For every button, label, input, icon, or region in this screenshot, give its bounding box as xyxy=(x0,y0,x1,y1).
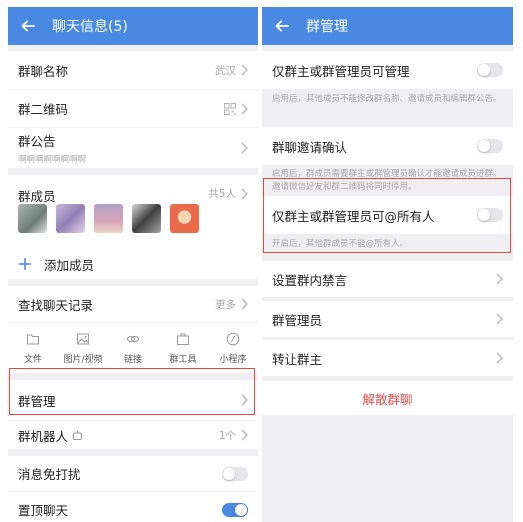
owner-admin-only-desc: 启用后，其他成员不能修改群名称、邀请成员和编辑群公告。 xyxy=(272,94,502,104)
chat-info-panel: 聊天信息(5) 群聊名称 武汉 群二维码 群公告 啊啊啊啊啊啊啊啊 群成员 共5… xyxy=(8,7,258,522)
group-robot-count: 1个 xyxy=(218,429,236,442)
add-member-button[interactable]: 添加成员 xyxy=(8,250,258,278)
filter-mini-programs[interactable]: 小程序 xyxy=(208,323,258,373)
filter-links[interactable]: 链接 xyxy=(108,323,158,373)
filter-media[interactable]: 图片/视频 xyxy=(58,323,108,373)
chat-history-label: 查找聊天记录 xyxy=(18,297,94,313)
chevron-right-icon xyxy=(241,64,248,76)
avatar[interactable] xyxy=(132,204,161,233)
group-name-value: 武汉 xyxy=(215,64,236,77)
member-avatars xyxy=(18,204,199,233)
history-filters: 文件 图片/视频 链接 群工具 小程序 xyxy=(8,323,258,373)
chevron-right-icon xyxy=(241,429,248,441)
group-robot-label: 群机器人 xyxy=(18,428,69,444)
admins-row[interactable]: 群管理员 xyxy=(262,301,513,337)
plus-icon xyxy=(19,258,31,270)
at-all-toggle[interactable] xyxy=(477,208,503,222)
invite-confirm-label: 群聊邀请确认 xyxy=(272,139,348,155)
group-manage-label: 群管理 xyxy=(18,393,56,409)
members-label: 群成员 xyxy=(18,189,56,204)
avatar[interactable] xyxy=(18,204,47,233)
chevron-right-icon xyxy=(241,142,248,154)
members-count-link[interactable]: 共5人 xyxy=(208,186,248,201)
mute-label: 消息免打扰 xyxy=(18,467,81,482)
filter-label: 群工具 xyxy=(169,355,197,365)
chevron-right-icon xyxy=(496,352,503,364)
robot-icon xyxy=(73,430,83,440)
transfer-owner-label: 转让群主 xyxy=(272,351,323,367)
add-member-label: 添加成员 xyxy=(44,257,95,273)
avatar[interactable] xyxy=(94,204,123,233)
invite-confirm-row: 群聊邀请确认 xyxy=(262,127,513,165)
link-icon xyxy=(127,335,139,343)
group-manage-panel: 群管理 仅群主或群管理员可管理 启用后，其他成员不能修改群名称、邀请成员和编辑群… xyxy=(262,7,513,522)
mute-toggle[interactable] xyxy=(222,466,248,481)
chevron-right-icon xyxy=(496,273,503,285)
chevron-right-icon xyxy=(241,298,248,310)
filter-files[interactable]: 文件 xyxy=(8,323,58,373)
filter-label: 小程序 xyxy=(219,355,247,365)
transfer-owner-row[interactable]: 转让群主 xyxy=(262,340,513,376)
avatar[interactable] xyxy=(170,204,199,233)
pin-label: 置顶聊天 xyxy=(18,503,69,518)
mini-program-icon xyxy=(226,332,240,346)
mute-row: 消息免打扰 xyxy=(8,456,258,491)
toolbox-icon xyxy=(177,333,189,345)
qr-code-row[interactable]: 群二维码 xyxy=(8,90,258,127)
chevron-right-icon xyxy=(241,188,248,199)
back-arrow-icon[interactable] xyxy=(272,16,292,36)
members-count: 共5人 xyxy=(208,188,236,200)
group-manage-row[interactable]: 群管理 xyxy=(8,380,258,420)
chat-info-header: 聊天信息(5) xyxy=(8,7,258,45)
folder-icon xyxy=(27,334,39,345)
filter-label: 文件 xyxy=(23,355,42,365)
admins-label: 群管理员 xyxy=(272,312,323,328)
chat-history-more: 更多 xyxy=(215,298,236,311)
page-title: 群管理 xyxy=(306,19,348,35)
at-all-desc: 开启后，其他群成员不能@所有人。 xyxy=(272,239,409,249)
pin-toggle[interactable] xyxy=(222,502,248,517)
invite-confirm-toggle[interactable] xyxy=(477,139,503,153)
pin-row: 置顶聊天 xyxy=(8,492,258,522)
group-robot-row[interactable]: 群机器人 1个 xyxy=(8,421,258,449)
owner-admin-only-label: 仅群主或群管理员可管理 xyxy=(272,63,410,79)
at-all-label: 仅群主或群管理员可@所有人 xyxy=(272,208,435,224)
announcement-label: 群公告 xyxy=(18,134,56,149)
chevron-right-icon xyxy=(496,313,503,325)
chevron-right-icon xyxy=(241,394,248,406)
avatar[interactable] xyxy=(56,204,85,233)
filter-label: 图片/视频 xyxy=(63,355,103,365)
page-title: 聊天信息(5) xyxy=(52,19,128,35)
filter-label: 链接 xyxy=(123,355,142,365)
dissolve-group-button[interactable]: 解散群聊 xyxy=(262,381,513,415)
chat-history-row[interactable]: 查找聊天记录 更多 xyxy=(8,286,258,322)
qr-code-icon xyxy=(224,102,236,115)
group-name-label: 群聊名称 xyxy=(18,63,69,79)
ban-row[interactable]: 设置群内禁言 xyxy=(262,261,513,297)
group-manage-header: 群管理 xyxy=(262,7,513,45)
announcement-row[interactable]: 群公告 啊啊啊啊啊啊啊啊 xyxy=(8,128,258,168)
invite-confirm-desc: 启用后，群成员需要群主或群管理员确认才能邀请成员进群。邀请微信好友和群二维码将同… xyxy=(272,169,502,192)
filter-group-tools[interactable]: 群工具 xyxy=(158,323,208,373)
back-arrow-icon[interactable] xyxy=(18,16,38,36)
group-name-row[interactable]: 群聊名称 武汉 xyxy=(8,51,258,89)
ban-label: 设置群内禁言 xyxy=(272,272,348,288)
image-icon xyxy=(77,333,89,345)
dissolve-group-label: 解散群聊 xyxy=(362,391,413,407)
qr-code-label: 群二维码 xyxy=(18,102,69,117)
at-all-row: 仅群主或群管理员可@所有人 xyxy=(262,196,513,234)
owner-admin-only-toggle[interactable] xyxy=(477,63,503,77)
announcement-content: 啊啊啊啊啊啊啊啊 xyxy=(18,155,87,165)
chevron-right-icon xyxy=(241,103,248,114)
owner-admin-only-row: 仅群主或群管理员可管理 xyxy=(262,51,513,89)
